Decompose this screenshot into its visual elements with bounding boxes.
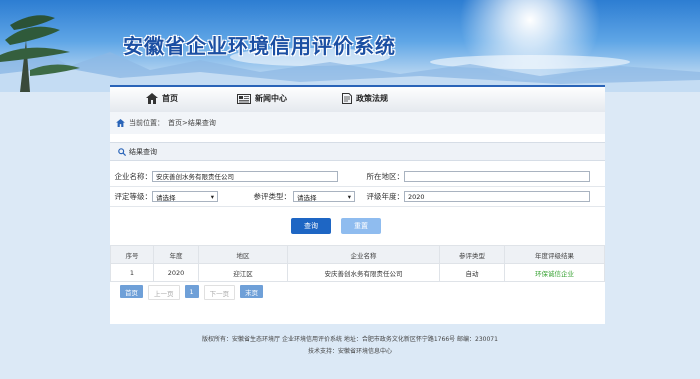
year-input[interactable]: 2020	[404, 191, 590, 202]
footer-support: 技术支持：安徽省环境信息中心	[307, 348, 392, 355]
breadcrumb: 当前位置： 首页>结果查询	[110, 112, 605, 135]
type-label: 参评类型：	[253, 192, 292, 201]
nav-news-label: 新闻中心	[255, 94, 287, 103]
rating-select[interactable]: 请选择 ▾	[152, 191, 218, 202]
query-panel: 结果查询 企业名称： 安庆善创水务有限责任公司 所在地区： 评定等级： 请选择 ▾…	[110, 134, 605, 324]
breadcrumb-prefix: 当前位置：	[129, 119, 164, 127]
col-header: 企业名称	[287, 245, 440, 264]
main-nav: 首页 新闻中心 政策法规	[110, 85, 605, 114]
region-label: 所在地区：	[355, 167, 404, 187]
current-page-button[interactable]: 1	[184, 285, 199, 298]
col-header: 年度评级结果	[504, 245, 605, 264]
cell-region: 迎江区	[198, 263, 288, 282]
news-icon	[237, 93, 251, 104]
cell-result[interactable]: 环保诚信企业	[504, 263, 605, 282]
pagination: 首页 上一页 1 下一页 末页	[120, 285, 264, 300]
query-button[interactable]: 查询	[291, 218, 331, 234]
col-header: 参评类型	[439, 245, 505, 264]
col-header: 序号	[110, 245, 154, 264]
reset-button[interactable]: 重置	[341, 218, 381, 234]
footer-copyright: 版权所有：安徽省生态环境厅 企业环境信用评价系统 地址：合肥市政务文化新区怀宁路…	[202, 336, 498, 343]
cell-type: 自动	[439, 263, 505, 282]
section-header: 结果查询	[110, 142, 605, 161]
site-title: 安徽省企业环境信用评价系统	[123, 34, 396, 58]
region-input[interactable]	[404, 171, 590, 182]
section-title: 结果查询	[129, 148, 157, 156]
nav-policy-label: 政策法规	[356, 94, 388, 103]
nav-home-label: 首页	[162, 94, 178, 103]
type-select-value: 请选择	[297, 193, 317, 202]
header-banner: 安徽省企业环境信用评价系统	[0, 0, 700, 92]
document-icon	[342, 93, 352, 104]
table-header-row: 序号 年度 地区 企业名称 参评类型 年度评级结果	[110, 245, 605, 264]
nav-home[interactable]: 首页	[146, 93, 178, 104]
search-icon	[118, 148, 126, 156]
first-page-button[interactable]: 首页	[120, 285, 143, 298]
company-label: 企业名称：	[110, 167, 152, 187]
search-form: 企业名称： 安庆善创水务有限责任公司 所在地区： 评定等级： 请选择 ▾ 参评类型…	[110, 167, 605, 207]
col-header: 地区	[198, 245, 288, 264]
rating-label: 评定等级：	[110, 186, 152, 207]
pine-tree-image	[0, 15, 80, 92]
type-select[interactable]: 请选择 ▾	[293, 191, 355, 202]
last-page-button[interactable]: 末页	[240, 285, 264, 298]
rating-select-value: 请选择	[156, 193, 176, 202]
company-name-input[interactable]: 安庆善创水务有限责任公司	[152, 171, 338, 182]
footer: 版权所有：安徽省生态环境厅 企业环境信用评价系统 地址：合肥市政务文化新区怀宁路…	[0, 334, 700, 358]
cell-company: 安庆善创水务有限责任公司	[287, 263, 440, 282]
col-header: 年度	[153, 245, 199, 264]
home-icon	[116, 119, 125, 127]
chevron-down-icon: ▾	[347, 192, 351, 201]
breadcrumb-path[interactable]: 首页>结果查询	[168, 118, 216, 128]
prev-page-button[interactable]: 上一页	[148, 285, 180, 300]
home-icon	[146, 93, 158, 104]
cell-no: 1	[110, 263, 154, 282]
results-table: 序号 年度 地区 企业名称 参评类型 年度评级结果 1 2020 迎江区 安庆善…	[110, 245, 605, 282]
chevron-down-icon: ▾	[210, 192, 214, 201]
year-label: 评级年度：	[355, 186, 404, 207]
cell-year: 2020	[153, 263, 199, 282]
next-page-button[interactable]: 下一页	[203, 285, 236, 300]
nav-policy[interactable]: 政策法规	[342, 93, 388, 104]
table-row[interactable]: 1 2020 迎江区 安庆善创水务有限责任公司 自动 环保诚信企业	[110, 263, 605, 282]
nav-news[interactable]: 新闻中心	[237, 93, 287, 104]
